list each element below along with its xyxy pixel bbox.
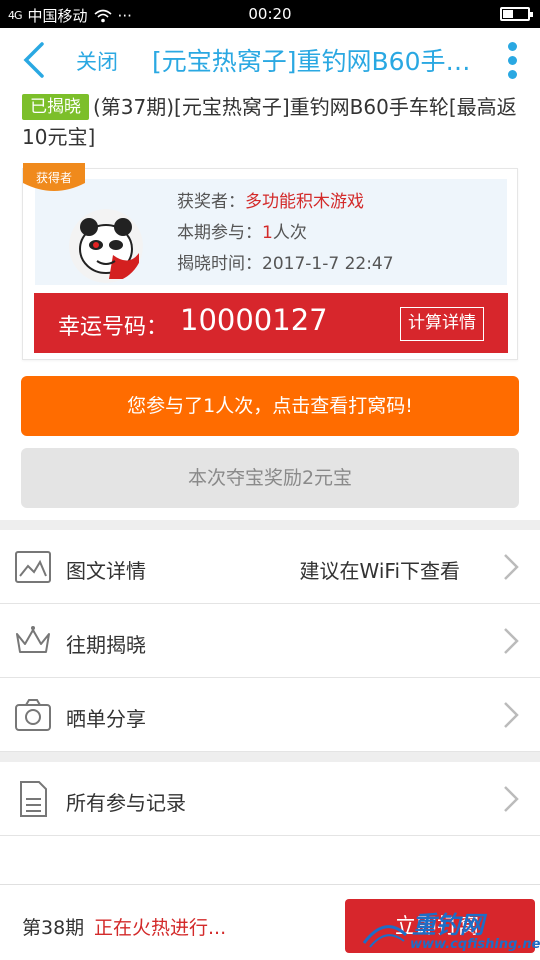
crown-icon bbox=[16, 626, 50, 653]
camera-icon bbox=[15, 699, 51, 731]
fishing-logo-icon bbox=[362, 925, 408, 948]
avatar[interactable] bbox=[69, 209, 143, 283]
more-menu-icon[interactable] bbox=[506, 42, 518, 80]
close-button[interactable]: 关闭 bbox=[76, 46, 118, 76]
status-bar: 4G 中国移动 ··· 00:20 bbox=[0, 0, 540, 28]
period-status: 正在火热进行... bbox=[94, 917, 227, 939]
participation-label: 本期参与： bbox=[177, 223, 262, 243]
menu-item-label: 所有参与记录 bbox=[66, 791, 186, 815]
chevron-right-icon bbox=[504, 554, 519, 580]
page-title: [元宝热窝子]重钓网B60手车轮 bbox=[152, 47, 482, 76]
menu-item-label: 图文详情 bbox=[66, 559, 146, 583]
participation-unit: 人次 bbox=[272, 223, 307, 243]
product-title: (第37期)[元宝热窝子]重钓网B60手车轮[最高返10元宝] bbox=[22, 95, 517, 149]
section-divider bbox=[0, 752, 540, 762]
menu-item-details[interactable]: 图文详情 建议在WiFi下查看 bbox=[0, 530, 540, 604]
menu-item-past-results[interactable]: 往期揭晓 bbox=[0, 604, 540, 678]
revealed-badge: 已揭晓 bbox=[22, 94, 89, 120]
battery-icon bbox=[500, 7, 533, 21]
lucky-number-bar: 幸运号码： 10000127 计算详情 bbox=[34, 293, 508, 353]
reveal-time-label: 揭晓时间： bbox=[177, 254, 262, 274]
chevron-right-icon bbox=[504, 786, 519, 812]
winner-info-panel: 获奖者：多功能积木游戏 本期参与：1人次 揭晓时间：2017-1-7 22:47 bbox=[35, 179, 507, 285]
lucky-number-label: 幸运号码： bbox=[58, 315, 169, 340]
menu-item-share[interactable]: 晒单分享 bbox=[0, 678, 540, 752]
image-icon bbox=[15, 551, 51, 583]
menu-item-label: 往期揭晓 bbox=[66, 633, 146, 657]
document-icon bbox=[20, 781, 47, 817]
next-period: 第38期 bbox=[22, 917, 85, 939]
view-codes-button[interactable]: 您参与了1人次，点击查看打窝码! bbox=[21, 376, 519, 436]
menu-item-all-records[interactable]: 所有参与记录 bbox=[0, 762, 540, 836]
lucky-number: 10000127 bbox=[180, 303, 328, 337]
nav-header: 关闭 [元宝热窝子]重钓网B60手车轮 bbox=[0, 28, 540, 92]
chevron-right-icon bbox=[504, 628, 519, 654]
reveal-time: 2017-1-7 22:47 bbox=[262, 254, 394, 274]
winner-card: 获奖者：多功能积木游戏 本期参与：1人次 揭晓时间：2017-1-7 22:47… bbox=[22, 163, 518, 360]
clock: 00:20 bbox=[248, 5, 292, 23]
watermark-text: 重钓网 bbox=[412, 911, 484, 939]
back-arrow-icon[interactable] bbox=[18, 40, 54, 80]
winner-name[interactable]: 多功能积木游戏 bbox=[245, 192, 364, 212]
section-divider bbox=[0, 520, 540, 530]
winner-label: 获奖者： bbox=[177, 192, 245, 212]
chevron-right-icon bbox=[504, 702, 519, 728]
site-watermark: 重钓网 www.cqfishing.net bbox=[360, 905, 540, 960]
winner-ribbon-text: 获得者 bbox=[35, 171, 72, 185]
menu-item-label: 晒单分享 bbox=[66, 707, 146, 731]
watermark-url: www.cqfishing.net bbox=[410, 937, 540, 952]
participation-count: 1 bbox=[262, 223, 273, 243]
product-title-block: 已揭晓 (第37期)[元宝热窝子]重钓网B60手车轮[最高返10元宝] bbox=[22, 92, 522, 152]
calc-details-button[interactable]: 计算详情 bbox=[400, 307, 484, 341]
winner-details: 获奖者：多功能积木游戏 本期参与：1人次 揭晓时间：2017-1-7 22:47 bbox=[177, 187, 394, 280]
wifi-hint: 建议在WiFi下查看 bbox=[299, 559, 461, 583]
reward-info: 本次夺宝奖励2元宝 bbox=[21, 448, 519, 508]
